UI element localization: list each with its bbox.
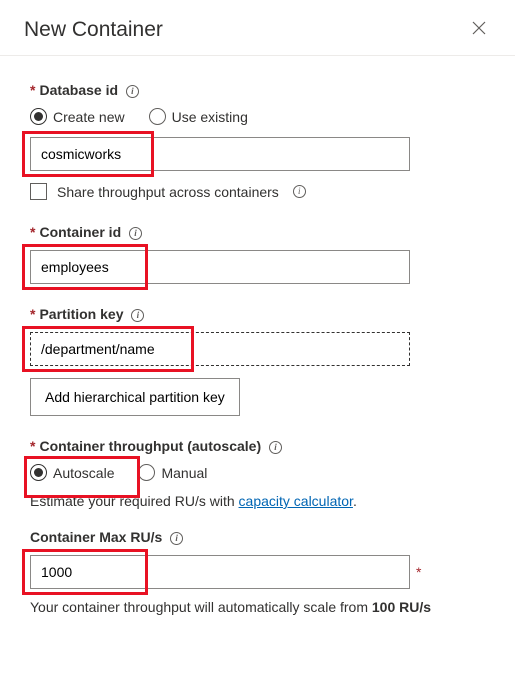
share-throughput-checkbox[interactable] xyxy=(30,183,47,200)
close-button[interactable] xyxy=(467,16,491,43)
ru-footnote: Your container throughput will automatic… xyxy=(30,599,485,615)
partition-key-input[interactable] xyxy=(30,332,410,366)
database-id-input[interactable] xyxy=(30,137,410,171)
radio-icon xyxy=(30,464,47,481)
create-new-radio[interactable]: Create new xyxy=(30,108,125,125)
share-throughput-row: Share throughput across containers i xyxy=(30,183,485,200)
radio-icon xyxy=(149,108,166,125)
panel-body: *Database id i Create new Use existing S… xyxy=(0,56,515,615)
info-icon[interactable]: i xyxy=(126,85,139,98)
info-icon[interactable]: i xyxy=(293,185,306,198)
info-icon[interactable]: i xyxy=(170,532,183,545)
throughput-mode-radio-group: Autoscale Manual xyxy=(30,464,485,481)
container-max-ru-input[interactable] xyxy=(30,555,410,589)
panel-header: New Container xyxy=(0,0,515,56)
database-mode-radio-group: Create new Use existing xyxy=(30,108,485,125)
container-max-ru-label: Container Max RU/s i xyxy=(30,529,485,545)
panel-title: New Container xyxy=(24,18,163,42)
container-id-input[interactable] xyxy=(30,250,410,284)
database-id-label: *Database id i xyxy=(30,82,485,98)
use-existing-radio[interactable]: Use existing xyxy=(149,108,248,125)
container-id-group: *Container id i xyxy=(30,224,485,284)
manual-radio[interactable]: Manual xyxy=(138,464,207,481)
database-id-group: *Database id i Create new Use existing S… xyxy=(30,82,485,200)
capacity-calculator-link[interactable]: capacity calculator xyxy=(239,493,353,509)
container-id-label: *Container id i xyxy=(30,224,485,240)
throughput-group: *Container throughput (autoscale) i Auto… xyxy=(30,438,485,615)
share-throughput-label: Share throughput across containers xyxy=(57,184,279,200)
autoscale-radio[interactable]: Autoscale xyxy=(30,464,114,481)
info-icon[interactable]: i xyxy=(269,441,282,454)
add-hierarchical-partition-button[interactable]: Add hierarchical partition key xyxy=(30,378,240,416)
required-indicator: * xyxy=(416,564,421,580)
partition-key-group: *Partition key i Add hierarchical partit… xyxy=(30,306,485,416)
partition-key-label: *Partition key i xyxy=(30,306,485,322)
info-icon[interactable]: i xyxy=(129,227,142,240)
radio-icon xyxy=(138,464,155,481)
throughput-label: *Container throughput (autoscale) i xyxy=(30,438,485,454)
close-icon xyxy=(471,20,487,40)
info-icon[interactable]: i xyxy=(131,309,144,322)
radio-icon xyxy=(30,108,47,125)
